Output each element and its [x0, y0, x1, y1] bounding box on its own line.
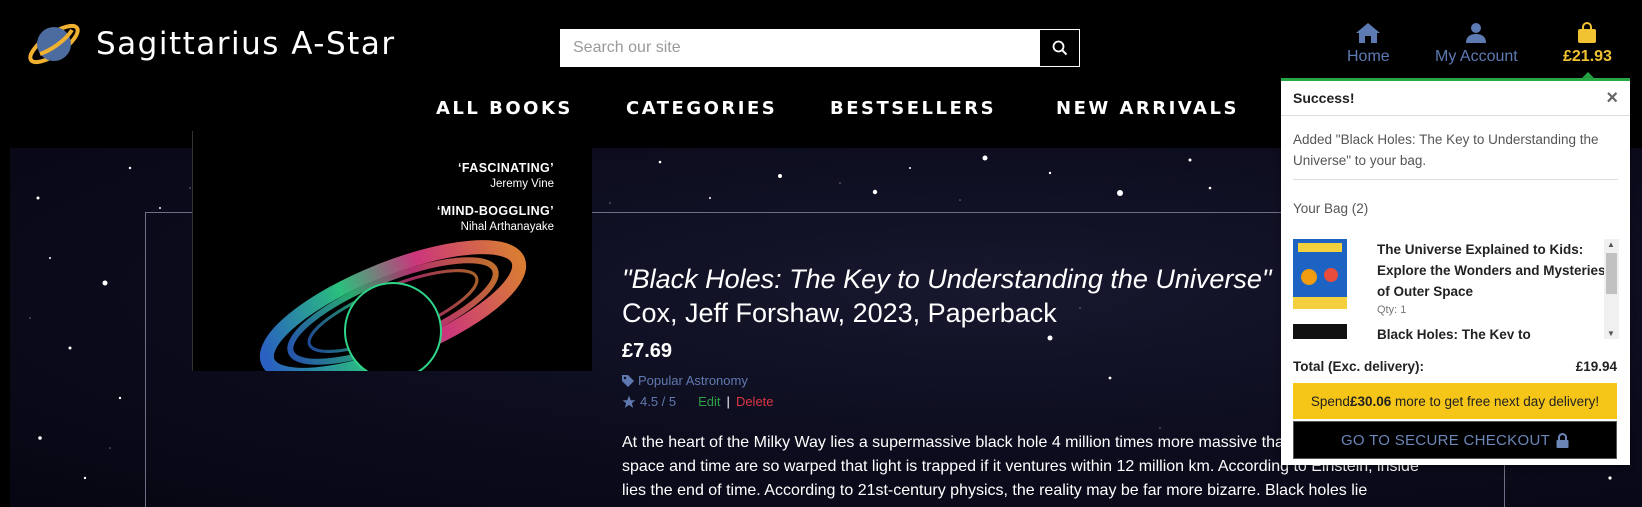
shopping-bag-icon	[1578, 22, 1597, 43]
action-separator: |	[726, 394, 730, 409]
book-title-meta: Cox, Jeff Forshaw, 2023, Paperback	[622, 298, 1057, 328]
bag-item-name: The Universe Explained to Kids: Explore …	[1377, 242, 1606, 299]
bag-count-title: Your Bag (2)	[1293, 201, 1369, 216]
bag-item[interactable]: The Universe Explained to Kids: Explore …	[1293, 239, 1613, 316]
book-cover-image[interactable]: ‘FASCINATING’ Jeremy Vine ‘MIND-BOGGLING…	[192, 131, 592, 371]
bag-item-name: Black Holes: The Key to	[1377, 327, 1531, 339]
scroll-down-icon[interactable]: ▼	[1607, 329, 1615, 338]
bag-item-qty: Qty: 1	[1377, 304, 1407, 316]
nav-shopping-bag[interactable]: £21.93	[1563, 22, 1612, 66]
book-price: £7.69	[622, 340, 673, 362]
free-delivery-pre: Spend	[1310, 393, 1350, 409]
star-icon	[622, 395, 636, 408]
site-logo[interactable]: Sagittarius A-Star	[24, 14, 396, 74]
brand-name: Sagittarius A-Star	[96, 26, 396, 62]
search-button[interactable]	[1039, 30, 1079, 66]
checkout-label: GO TO SECURE CHECKOUT	[1340, 431, 1551, 449]
free-delivery-amount: £30.06	[1349, 393, 1392, 409]
book-rating: 4.5 / 5 Edit | Delete	[622, 394, 774, 409]
bag-list-scrollbar[interactable]: ▲ ▼	[1604, 239, 1619, 339]
book-title: "Black Holes: The Key to Understanding t…	[622, 262, 1322, 330]
bag-total: £21.93	[1563, 48, 1612, 65]
tag-icon	[622, 374, 634, 387]
bag-total-row: Total (Exc. delivery): £19.94	[1293, 359, 1617, 374]
search-bar	[560, 29, 1080, 67]
menu-new-arrivals[interactable]: NEW ARRIVALS	[1056, 98, 1239, 119]
bag-success-toast: Success! × Added "Black Holes: The Key t…	[1281, 78, 1630, 465]
nav-account-label: My Account	[1435, 48, 1518, 65]
close-icon[interactable]: ×	[1606, 87, 1618, 110]
toast-title: Success!	[1293, 90, 1355, 106]
book-category: Popular Astronomy	[638, 373, 748, 388]
home-icon	[1356, 23, 1381, 43]
menu-categories[interactable]: CATEGORIES	[626, 98, 777, 119]
scrollbar-thumb[interactable]	[1606, 253, 1617, 294]
nav-home-label: Home	[1347, 48, 1390, 65]
lock-icon	[1556, 432, 1569, 448]
free-delivery-post: more to get free next day delivery!	[1391, 393, 1600, 409]
bag-item-thumbnail	[1293, 239, 1347, 309]
black-hole-artwork	[259, 240, 527, 371]
planet-logo-icon	[28, 23, 80, 65]
secure-checkout-button[interactable]: GO TO SECURE CHECKOUT	[1293, 421, 1617, 459]
bag-item[interactable]: Black Holes: The Key to	[1293, 324, 1613, 339]
menu-bestsellers[interactable]: BESTSELLERS	[830, 98, 996, 119]
toast-message: Added "Black Holes: The Key to Understan…	[1293, 116, 1618, 180]
toast-header: Success! ×	[1281, 81, 1630, 116]
book-category-link[interactable]: Popular Astronomy	[622, 373, 748, 388]
edit-link[interactable]: Edit	[698, 394, 720, 409]
nav-home[interactable]: Home	[1347, 22, 1390, 66]
total-value: £19.94	[1575, 359, 1617, 374]
user-icon	[1466, 23, 1487, 43]
scroll-up-icon[interactable]: ▲	[1607, 240, 1615, 249]
page: Sagittarius A-Star Home My Account £21.9…	[0, 0, 1642, 507]
search-input[interactable]	[561, 30, 1039, 66]
total-label: Total (Exc. delivery):	[1293, 359, 1425, 374]
nav-my-account[interactable]: My Account	[1435, 22, 1518, 66]
bag-item-list: The Universe Explained to Kids: Explore …	[1293, 239, 1613, 339]
bag-item-thumbnail	[1293, 324, 1347, 339]
free-delivery-banner: Spend £30.06 more to get free next day d…	[1293, 383, 1617, 419]
menu-all-books[interactable]: ALL BOOKS	[436, 98, 573, 119]
search-icon	[1052, 40, 1067, 56]
rating-value: 4.5 / 5	[640, 394, 677, 409]
delete-link[interactable]: Delete	[736, 394, 774, 409]
book-title-main: "Black Holes: The Key to Understanding t…	[622, 264, 1272, 294]
